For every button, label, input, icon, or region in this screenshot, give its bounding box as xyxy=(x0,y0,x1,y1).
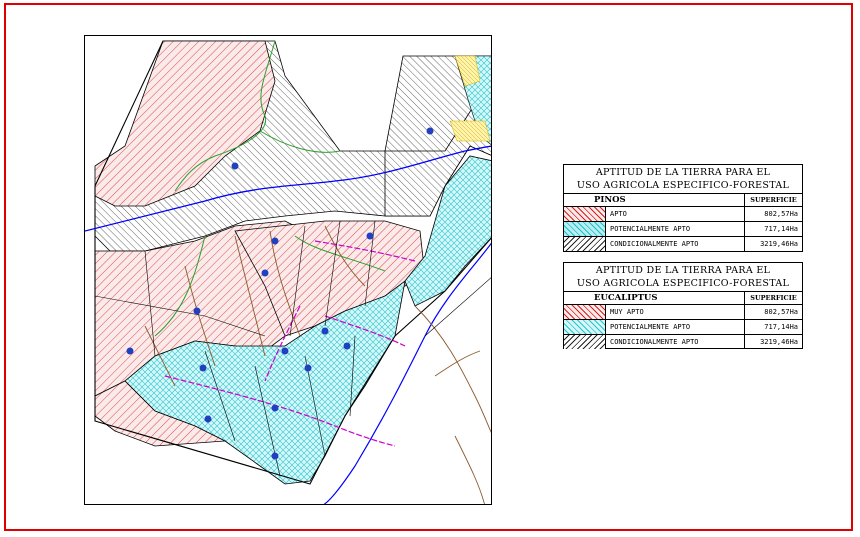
legend-eucaliptus: APTITUD DE LA TIERRA PARA EL USO AGRICOL… xyxy=(563,262,803,349)
legend-title-line1: APTITUD DE LA TIERRA PARA EL xyxy=(595,167,771,178)
sample-point xyxy=(199,364,207,372)
swatch-black-hatch xyxy=(564,335,606,349)
sample-point xyxy=(321,327,329,335)
swatch-black-hatch xyxy=(564,237,606,251)
sample-point xyxy=(426,127,434,135)
legend-row-label: POTENCIALMENTE APTO xyxy=(606,222,745,236)
sample-point xyxy=(193,307,201,315)
legend-row-label: APTO xyxy=(606,207,745,221)
sample-point xyxy=(271,404,279,412)
legend-row-label: CONDICIONALMENTE APTO xyxy=(606,335,745,349)
sample-point xyxy=(343,342,351,350)
legend-row-area: 717,14Ha xyxy=(764,225,798,233)
legend-row-condicional: CONDICIONALMENTE APTO 3219,46Ha xyxy=(564,237,802,251)
legend-row-area: 3219,46Ha xyxy=(760,240,798,248)
sample-point xyxy=(281,347,289,355)
legend-title: APTITUD DE LA TIERRA PARA EL USO AGRICOL… xyxy=(564,263,802,292)
legend-header: PINOS SUPERFICIE xyxy=(564,194,802,207)
legend-row-label: MUY APTO xyxy=(606,305,745,319)
sample-point xyxy=(126,347,134,355)
sample-point xyxy=(261,269,269,277)
species-name: PINOS xyxy=(564,194,745,206)
sample-point xyxy=(304,364,312,372)
species-name: EUCALIPTUS xyxy=(564,292,745,304)
legend-row-apto: APTO 802,57Ha xyxy=(564,207,802,222)
legend-row-label: CONDICIONALMENTE APTO xyxy=(606,237,745,251)
legend-row-label: POTENCIALMENTE APTO xyxy=(606,320,745,334)
swatch-cyan-cross xyxy=(564,222,606,236)
legend-row-area: 802,57Ha xyxy=(764,308,798,316)
map-drawing xyxy=(85,40,491,504)
legend-title-line1: APTITUD DE LA TIERRA PARA EL xyxy=(595,265,771,276)
legend-title-line2: USO AGRICOLA ESPECIFICO-FORESTAL xyxy=(576,278,790,289)
legend-pinos: APTITUD DE LA TIERRA PARA EL USO AGRICOL… xyxy=(563,164,803,252)
legend-row-area: 802,57Ha xyxy=(764,210,798,218)
legend-row-area: 717,14Ha xyxy=(764,323,798,331)
sample-point xyxy=(366,232,374,240)
swatch-red-hatch xyxy=(564,207,606,221)
swatch-red-hatch xyxy=(564,305,606,319)
swatch-cyan-cross xyxy=(564,320,606,334)
legend-row-potencial: POTENCIALMENTE APTO 717,14Ha xyxy=(564,222,802,237)
land-aptitude-map[interactable] xyxy=(84,35,492,505)
legend-row-potencial: POTENCIALMENTE APTO 717,14Ha xyxy=(564,320,802,335)
legend-header: EUCALIPTUS SUPERFICIE xyxy=(564,292,802,305)
legend-row-muy-apto: MUY APTO 802,57Ha xyxy=(564,305,802,320)
legend-title-line2: USO AGRICOLA ESPECIFICO-FORESTAL xyxy=(576,180,790,191)
area-header: SUPERFICIE xyxy=(750,294,797,302)
sample-point xyxy=(271,452,279,460)
sample-point xyxy=(204,415,212,423)
legend-title: APTITUD DE LA TIERRA PARA EL USO AGRICOL… xyxy=(564,165,802,194)
sample-point xyxy=(231,162,239,170)
area-header: SUPERFICIE xyxy=(750,196,797,204)
legend-row-area: 3219,46Ha xyxy=(760,338,798,346)
legend-row-condicional: CONDICIONALMENTE APTO 3219,46Ha xyxy=(564,335,802,349)
sample-point xyxy=(271,237,279,245)
